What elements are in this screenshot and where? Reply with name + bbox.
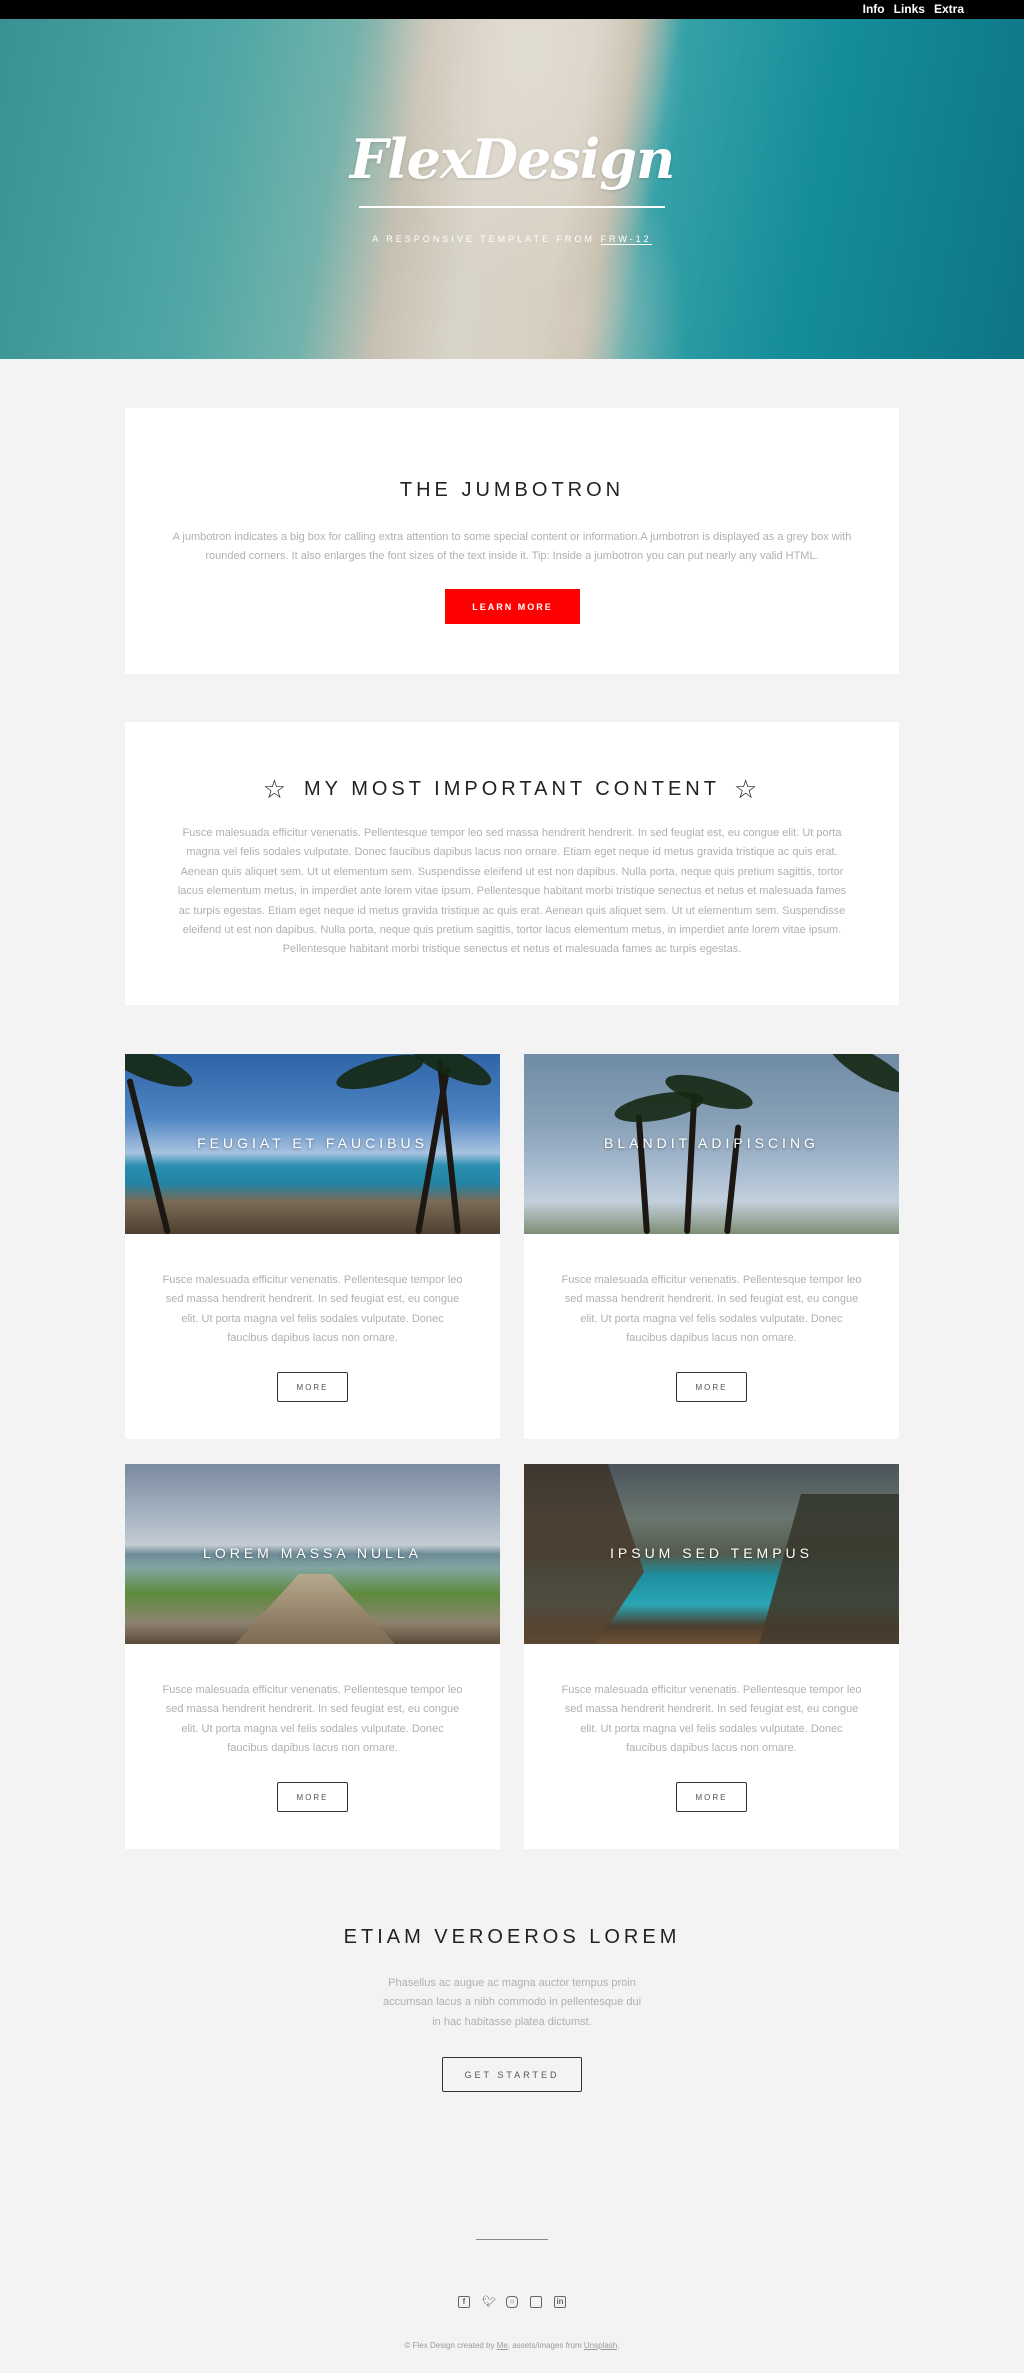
cta-text: Phasellus ac augue ac magna auctor tempu…: [382, 1977, 642, 2028]
instagram-icon[interactable]: ○: [506, 2296, 518, 2308]
unsplash-link[interactable]: Unsplash: [584, 2341, 617, 2350]
nav-link-info[interactable]: Info: [863, 2, 885, 16]
copyright: © Flex Design created by Me, assets/imag…: [0, 2341, 1024, 2350]
tile-caption: BLANDIT ADIPISCING: [604, 1135, 819, 1151]
copyright-text-end: .: [617, 2341, 620, 2350]
cta-title: ETIAM VEROEROS LOREM: [343, 1926, 681, 1948]
jumbotron-text: A jumbotron indicates a big box for call…: [172, 531, 852, 562]
star-icon: ☆: [733, 774, 762, 804]
square-icon[interactable]: [530, 2296, 542, 2308]
nav-link-extra[interactable]: Extra: [934, 2, 964, 16]
tile-text: Fusce malesuada efficitur venenatis. Pel…: [561, 1274, 862, 1345]
twitter-icon[interactable]: 🐦︎: [482, 2296, 496, 2308]
important-text: Fusce malesuada efficitur venenatis. Pel…: [177, 827, 847, 956]
more-button[interactable]: MORE: [676, 1782, 747, 1812]
star-icon: ☆: [262, 774, 291, 804]
facebook-icon[interactable]: f: [458, 2296, 470, 2308]
tile-caption: IPSUM SED TEMPUS: [610, 1545, 813, 1561]
jumbotron-card: THE JUMBOTRON A jumbotron indicates a bi…: [125, 408, 899, 674]
feature-tile: LOREM MASSA NULLA Fusce malesuada effici…: [125, 1464, 500, 1849]
copyright-text: © Flex Design created by: [404, 2341, 497, 2350]
social-links: f 🐦︎ ○ in: [0, 2296, 1024, 2308]
tile-image-beach-palms: FEUGIAT ET FAUCIBUS: [125, 1054, 500, 1234]
more-button[interactable]: MORE: [277, 1372, 348, 1402]
footer-divider: [476, 2239, 548, 2240]
important-content-card: ☆ MY MOST IMPORTANT CONTENT ☆ Fusce male…: [125, 722, 899, 1005]
copyright-me-link[interactable]: Me: [497, 2341, 508, 2350]
tile-image-cove: IPSUM SED TEMPUS: [524, 1464, 899, 1644]
nav-link-links[interactable]: Links: [894, 2, 925, 16]
hero-title: FlexDesign: [349, 127, 676, 191]
hero-subtitle-text: A RESPONSIVE TEMPLATE FROM: [372, 234, 601, 244]
top-navbar: Info Links Extra: [0, 0, 1024, 19]
nav-links: Info Links Extra: [863, 2, 964, 16]
tile-text: Fusce malesuada efficitur venenatis. Pel…: [162, 1684, 463, 1755]
hero-subtitle: A RESPONSIVE TEMPLATE FROM FRW-12: [0, 234, 1024, 245]
hero-divider: [359, 206, 665, 208]
hero-subtitle-link[interactable]: FRW-12: [600, 234, 652, 245]
hero-banner: FlexDesign A RESPONSIVE TEMPLATE FROM FR…: [0, 19, 1024, 359]
important-heading: ☆ MY MOST IMPORTANT CONTENT ☆: [125, 776, 899, 802]
feature-tile: FEUGIAT ET FAUCIBUS Fusce malesuada effi…: [125, 1054, 500, 1439]
tile-image-palm-trees: BLANDIT ADIPISCING: [524, 1054, 899, 1234]
more-button[interactable]: MORE: [277, 1782, 348, 1812]
linkedin-icon[interactable]: in: [554, 2296, 566, 2308]
tile-image-boardwalk: LOREM MASSA NULLA: [125, 1464, 500, 1644]
more-button[interactable]: MORE: [676, 1372, 747, 1402]
copyright-text-mid: , assets/images from: [507, 2341, 584, 2350]
feature-tile: IPSUM SED TEMPUS Fusce malesuada efficit…: [524, 1464, 899, 1849]
feature-tile: BLANDIT ADIPISCING Fusce malesuada effic…: [524, 1054, 899, 1439]
tile-caption: LOREM MASSA NULLA: [203, 1545, 422, 1561]
get-started-button[interactable]: GET STARTED: [442, 2057, 582, 2092]
tile-text: Fusce malesuada efficitur venenatis. Pel…: [561, 1684, 862, 1755]
tile-text: Fusce malesuada efficitur venenatis. Pel…: [162, 1274, 463, 1345]
jumbotron-title: THE JUMBOTRON: [399, 479, 625, 501]
important-title: MY MOST IMPORTANT CONTENT: [304, 777, 720, 800]
tile-caption: FEUGIAT ET FAUCIBUS: [197, 1135, 428, 1151]
learn-more-button[interactable]: LEARN MORE: [445, 589, 580, 624]
